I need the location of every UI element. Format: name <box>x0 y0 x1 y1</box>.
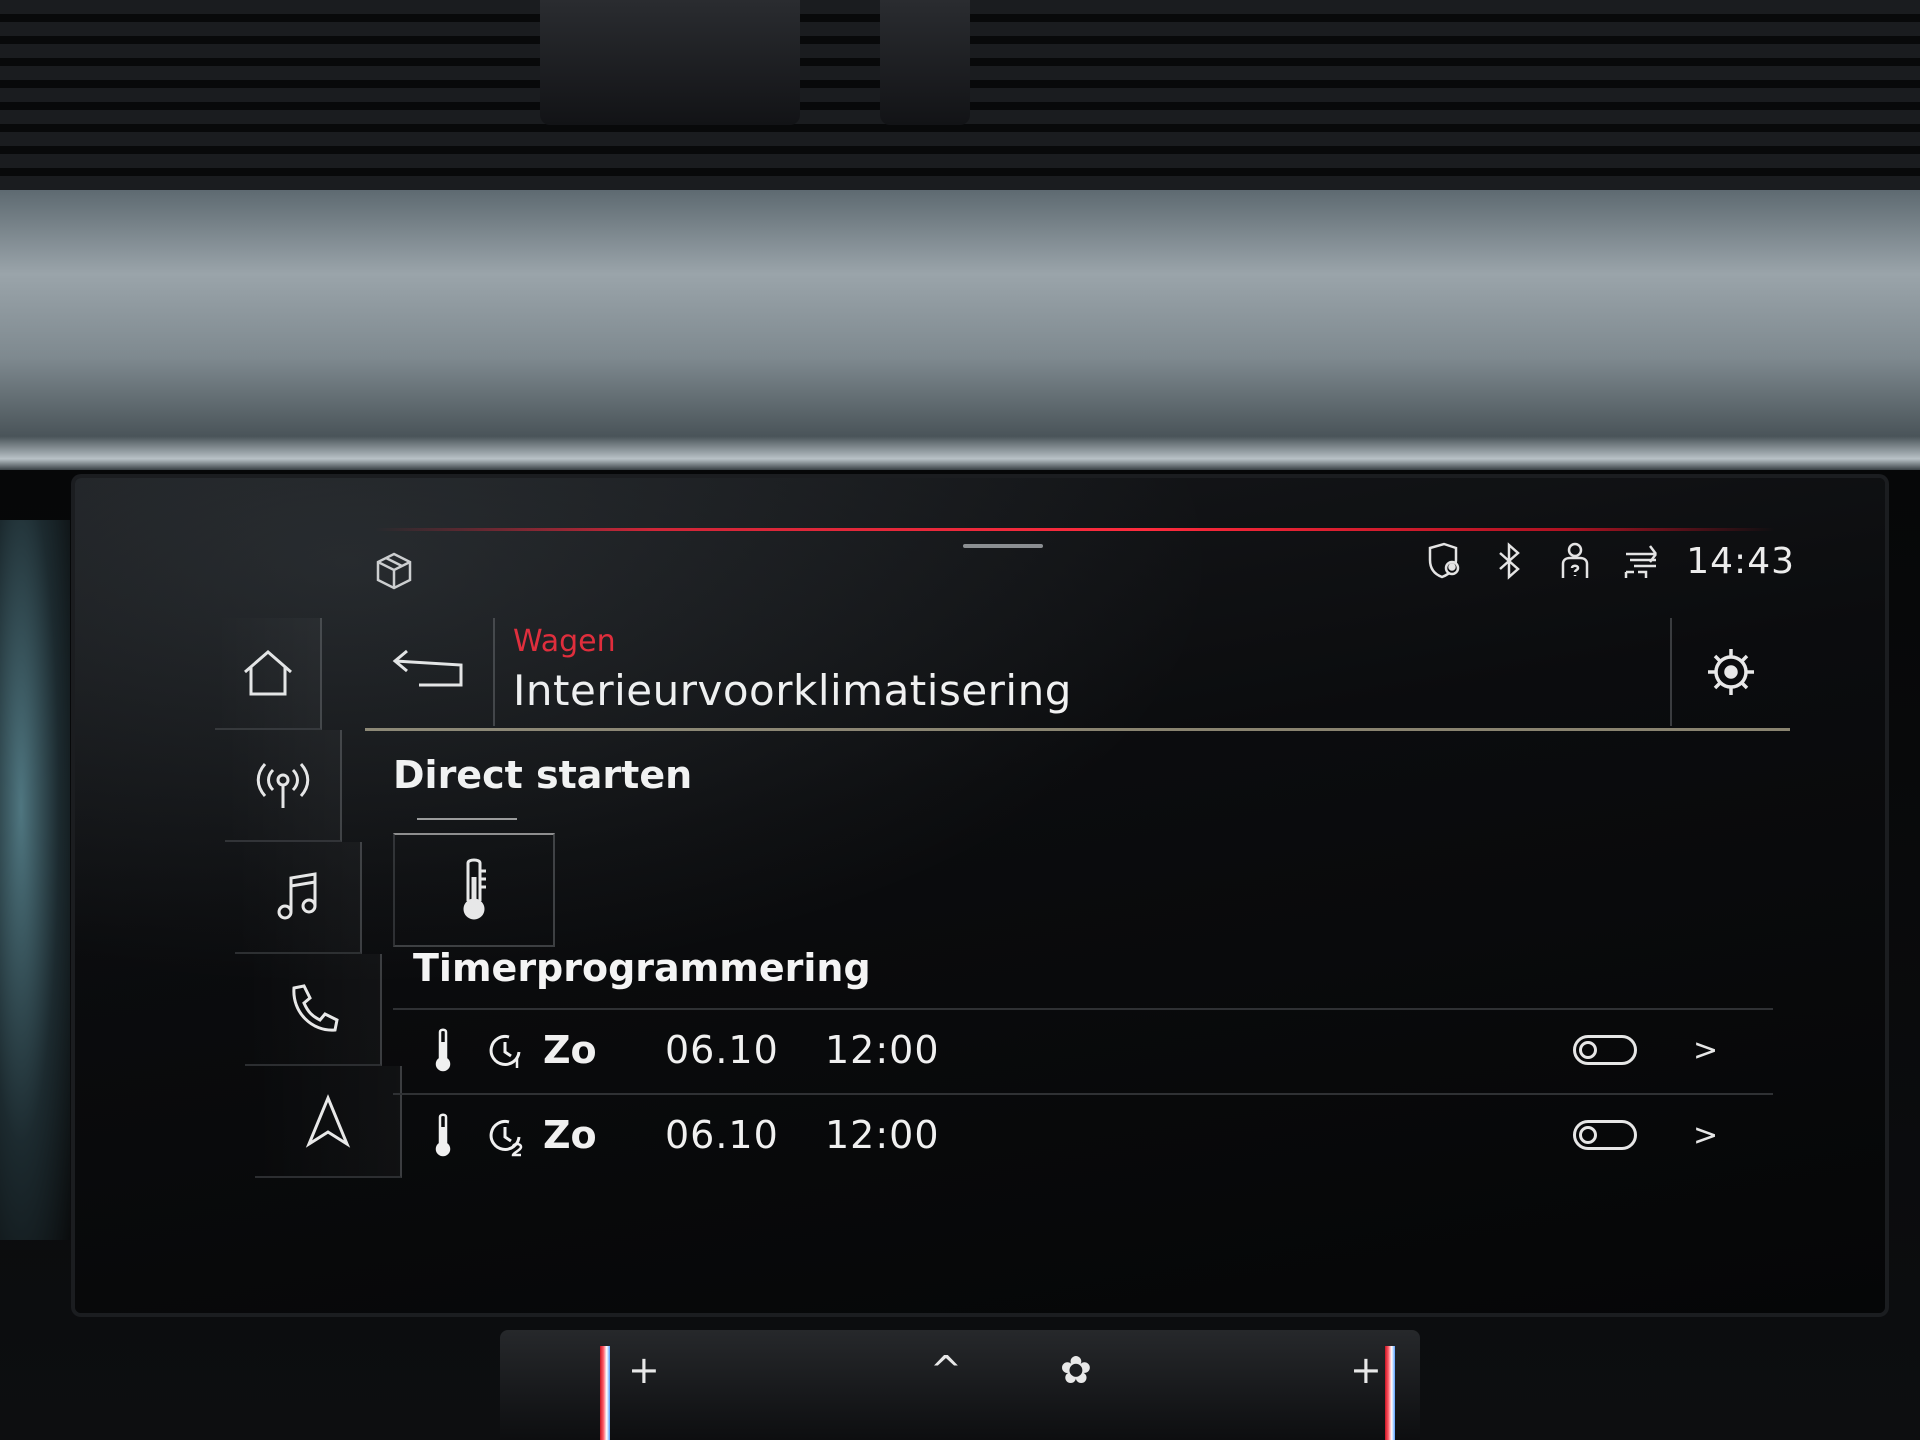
timer-toggle[interactable] <box>1573 1035 1637 1065</box>
thermometer-icon <box>435 1113 451 1157</box>
temp-bar-right <box>1385 1346 1395 1440</box>
climate-console: + ^ ✿ + <box>500 1330 1420 1440</box>
vent-adjuster-right <box>880 0 970 125</box>
privacy-location-icon[interactable] <box>1422 540 1464 582</box>
sidebar <box>215 618 402 1178</box>
thermometer-icon <box>435 1028 451 1072</box>
plus-icon[interactable]: + <box>1350 1348 1382 1392</box>
sidebar-item-home[interactable] <box>215 618 322 730</box>
toggle-knob <box>1579 1126 1597 1144</box>
timer-row-2[interactable]: Zo 06.10 12:00 > <box>393 1093 1773 1175</box>
toggle-knob <box>1579 1041 1597 1059</box>
status-bar: 14:43 <box>1422 540 1795 582</box>
connectivity-icon[interactable] <box>1620 540 1662 582</box>
sidebar-item-radio[interactable] <box>225 730 342 842</box>
music-note-icon <box>277 872 316 920</box>
timer-2-icon <box>489 1119 523 1157</box>
back-arrow-icon <box>392 649 463 687</box>
chevron-right-icon[interactable]: > <box>1693 1118 1718 1153</box>
timer-section-title: Timerprogrammering <box>413 946 871 990</box>
chevron-up-icon[interactable]: ^ <box>930 1348 962 1392</box>
pull-down-handle[interactable] <box>963 544 1043 548</box>
page-title: Interieurvoorklimatisering <box>513 666 1072 715</box>
chevron-right-icon[interactable]: > <box>1693 1033 1718 1068</box>
back-button[interactable] <box>365 618 495 726</box>
sidebar-item-navigation[interactable] <box>255 1066 402 1178</box>
timer-day: Zo <box>543 1113 597 1157</box>
settings-button[interactable] <box>1670 618 1790 726</box>
cube-icon[interactable] <box>373 550 415 592</box>
left-side-reflection <box>0 520 70 1240</box>
timer-date: 06.10 <box>665 1113 779 1157</box>
gear-icon <box>1708 649 1754 695</box>
navigation-arrow-icon <box>305 1094 350 1148</box>
sidebar-item-phone[interactable] <box>245 954 382 1066</box>
infotainment-screen: 14:43 Wagen Interieurvoorklimatisering D… <box>75 478 1885 1313</box>
temp-bar-left <box>600 1346 610 1440</box>
accent-line <box>375 528 1775 531</box>
user-profile-icon[interactable] <box>1554 540 1596 582</box>
status-clock: 14:43 <box>1686 540 1795 582</box>
bluetooth-icon[interactable] <box>1488 540 1530 582</box>
timer-1-icon <box>489 1034 521 1068</box>
fan-icon[interactable]: ✿ <box>1060 1348 1092 1392</box>
breadcrumb[interactable]: Wagen <box>513 624 616 659</box>
timer-toggle[interactable] <box>1573 1120 1637 1150</box>
radio-antenna-icon <box>256 762 309 808</box>
sidebar-item-media[interactable] <box>235 842 362 954</box>
timer-row-1[interactable]: Zo 06.10 12:00 > <box>393 1008 1773 1090</box>
home-icon <box>243 650 292 696</box>
timer-time: 12:00 <box>825 1113 940 1157</box>
timer-time: 12:00 <box>825 1028 940 1072</box>
tile-divider <box>417 818 517 820</box>
phone-icon <box>291 984 339 1032</box>
plus-icon[interactable]: + <box>628 1348 660 1392</box>
timer-day: Zo <box>543 1028 597 1072</box>
vent-adjuster-left <box>540 0 800 125</box>
direct-start-button[interactable] <box>393 833 555 947</box>
page-header: Wagen Interieurvoorklimatisering <box>365 618 1790 731</box>
direct-start-title: Direct starten <box>393 753 693 797</box>
dashboard-trim <box>0 190 1920 470</box>
thermometer-icon <box>463 858 486 920</box>
timer-date: 06.10 <box>665 1028 779 1072</box>
